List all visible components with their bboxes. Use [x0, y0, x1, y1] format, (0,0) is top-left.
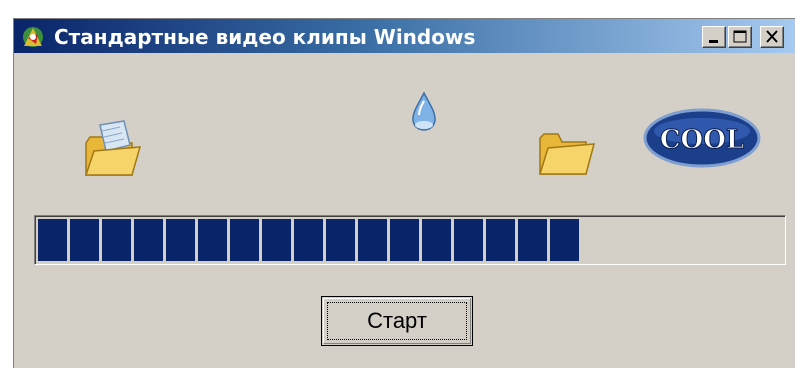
folder-animation [538, 133, 596, 175]
minimize-icon [709, 40, 718, 43]
file-copy-animation [84, 120, 142, 176]
cool-logo-animation: COOL [643, 108, 761, 168]
minimize-button[interactable] [702, 26, 726, 48]
main-window: Стандартные видео клипы Windows COOL Ста… [13, 18, 795, 368]
recycle-drop-animation [412, 91, 436, 131]
maximize-button[interactable] [728, 26, 752, 48]
start-button[interactable]: Старт [321, 296, 473, 346]
maximize-icon [733, 30, 747, 43]
app-animation-icon [23, 27, 43, 47]
folder-icon [538, 133, 596, 175]
cool-logo-icon: COOL [643, 108, 761, 168]
progress-bar [34, 215, 786, 265]
water-drop-icon [412, 91, 436, 131]
close-icon [766, 30, 778, 43]
progress-fill [38, 219, 579, 261]
start-button-label: Старт [367, 308, 427, 333]
window-title: Стандартные видео клипы Windows [54, 25, 476, 49]
close-button[interactable] [760, 26, 784, 48]
title-bar[interactable]: Стандартные видео клипы Windows [14, 19, 795, 53]
cool-logo-text: COOL [660, 125, 744, 155]
open-folder-icon [84, 120, 142, 176]
